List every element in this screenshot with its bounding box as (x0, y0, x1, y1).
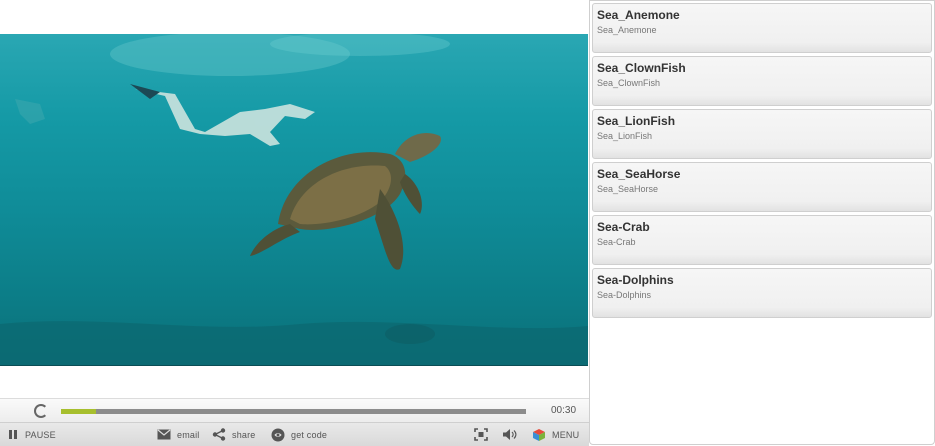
playlist-item[interactable]: Sea_LionFish Sea_LionFish (592, 109, 932, 159)
share-icon (212, 428, 226, 441)
volume-button[interactable] (502, 423, 518, 446)
playlist-item[interactable]: Sea-Dolphins Sea-Dolphins (592, 268, 932, 318)
playlist-item-title: Sea_LionFish (597, 114, 676, 128)
timeline-bar: 00:30 (0, 398, 589, 423)
time-display: 00:30 (551, 405, 577, 416)
playlist-item[interactable]: Sea_ClownFish Sea_ClownFish (592, 56, 932, 106)
email-label: email (177, 429, 200, 440)
menu-button[interactable]: MENU (532, 423, 579, 446)
playlist-item-title: Sea_Anemone (597, 8, 680, 22)
playlist-item-title: Sea_SeaHorse (597, 167, 681, 181)
loading-spinner-icon (34, 404, 48, 418)
pause-button[interactable]: PAUSE (8, 423, 56, 446)
video-frame[interactable] (0, 34, 588, 366)
email-button[interactable]: email (157, 423, 200, 446)
playlist-item-subtitle: Sea_Anemone (597, 25, 657, 35)
pause-label: PAUSE (25, 429, 56, 440)
playlist-item-subtitle: Sea_LionFish (597, 131, 653, 141)
playlist-item-subtitle: Sea-Crab (597, 237, 636, 247)
share-button[interactable]: share (212, 423, 256, 446)
playlist-item-subtitle: Sea_SeaHorse (597, 184, 659, 194)
fullscreen-icon (474, 428, 488, 441)
playlist-item-subtitle: Sea-Dolphins (597, 290, 652, 300)
progress-bar-fill (61, 409, 96, 414)
get-code-button[interactable]: get code (271, 423, 327, 446)
video-scene-image (0, 34, 588, 365)
share-label: share (232, 429, 256, 440)
playlist-item-title: Sea_ClownFish (597, 61, 686, 75)
fullscreen-button[interactable] (474, 423, 488, 446)
video-player: 00:30 PAUSE email share get code MENU (0, 0, 589, 446)
menu-label: MENU (552, 429, 580, 440)
playlist-item[interactable]: Sea_Anemone Sea_Anemone (592, 3, 932, 53)
speaker-icon (503, 429, 517, 440)
get-code-label: get code (291, 429, 328, 440)
playlist-item-title: Sea-Crab (597, 220, 650, 234)
playlist-panel: Sea_Anemone Sea_Anemone Sea_ClownFish Se… (589, 0, 935, 445)
progress-bar[interactable] (61, 409, 526, 414)
code-icon (271, 428, 285, 441)
playlist-item-subtitle: Sea_ClownFish (597, 78, 661, 88)
playlist-item[interactable]: Sea_SeaHorse Sea_SeaHorse (592, 162, 932, 212)
email-icon (157, 429, 171, 440)
menu-cube-icon (533, 428, 545, 441)
pause-icon (9, 430, 17, 439)
playlist-item[interactable]: Sea-Crab Sea-Crab (592, 215, 932, 265)
playlist-item-title: Sea-Dolphins (597, 273, 674, 287)
control-bar: PAUSE email share get code MENU (0, 422, 589, 446)
